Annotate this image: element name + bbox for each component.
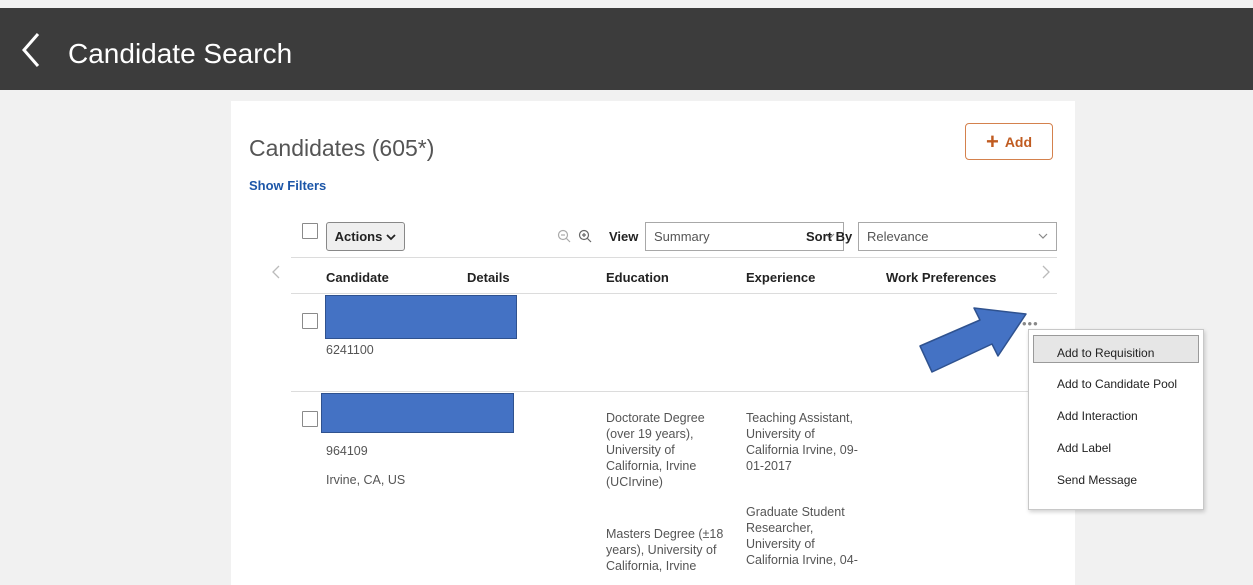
education-line: Masters Degree (±18 <box>606 527 724 541</box>
header-divider <box>291 293 1057 294</box>
experience-line: University of <box>746 537 815 551</box>
experience-line: University of <box>746 427 815 441</box>
row-checkbox[interactable] <box>302 313 318 329</box>
redacted-candidate-name <box>321 393 514 433</box>
menu-item-add-to-requisition[interactable]: Add to Requisition <box>1033 335 1199 363</box>
experience-line: Graduate Student <box>746 505 845 519</box>
experience-line: California Irvine, 09- <box>746 443 858 457</box>
chevron-down-icon <box>386 233 396 240</box>
top-bar: Candidate Search <box>0 8 1253 90</box>
education-line: Doctorate Degree <box>606 411 705 425</box>
menu-item-add-label[interactable]: Add Label <box>1029 427 1203 459</box>
education-line: University of <box>606 443 675 457</box>
education-line: California, Irvine <box>606 559 697 573</box>
redacted-candidate-name <box>325 295 517 339</box>
column-header-experience[interactable]: Experience <box>746 270 815 285</box>
scroll-left-icon[interactable] <box>271 264 281 280</box>
pointer-arrow-annotation <box>919 307 1027 373</box>
education-entry: Masters Degree (±18 years), University o… <box>606 526 723 574</box>
add-candidate-button[interactable]: + Add <box>965 123 1053 160</box>
actions-menu-button[interactable]: Actions <box>326 222 405 251</box>
education-line: (UCIrvine) <box>606 475 663 489</box>
row-context-menu: Add to Requisition Add to Candidate Pool… <box>1028 329 1204 510</box>
row-checkbox[interactable] <box>302 411 318 427</box>
menu-item-send-message[interactable]: Send Message <box>1029 459 1203 491</box>
candidate-location: Irvine, CA, US <box>326 473 406 487</box>
scroll-right-icon[interactable] <box>1041 264 1051 280</box>
column-header-candidate[interactable]: Candidate <box>326 270 389 285</box>
actions-label: Actions <box>334 229 383 244</box>
page-title: Candidate Search <box>68 38 293 69</box>
column-header-education[interactable]: Education <box>606 270 669 285</box>
candidate-id: 6241100 <box>326 343 374 357</box>
column-header-details[interactable]: Details <box>467 270 510 285</box>
sort-select-value: Relevance <box>867 229 929 244</box>
candidates-count-title: Candidates (605*) <box>249 135 435 161</box>
view-label: View <box>609 229 639 244</box>
plus-icon: + <box>985 128 999 154</box>
column-header-work-preferences[interactable]: Work Preferences <box>886 270 996 285</box>
sort-by-select[interactable]: Relevance <box>858 222 1057 251</box>
row-divider <box>291 391 1057 392</box>
show-filters-link[interactable]: Show Filters <box>249 178 326 193</box>
menu-item-add-interaction[interactable]: Add Interaction <box>1029 395 1203 427</box>
experience-line: Teaching Assistant, <box>746 411 854 425</box>
view-select-value: Summary <box>654 229 710 244</box>
chevron-down-icon <box>1038 233 1048 239</box>
education-line: years), University of <box>606 543 717 557</box>
experience-line: California Irvine, 04- <box>746 553 858 567</box>
experience-line: Researcher, <box>746 521 814 535</box>
zoom-out-icon[interactable] <box>557 229 571 243</box>
experience-line: 01-2017 <box>746 459 792 473</box>
toolbar-divider <box>291 257 1057 258</box>
education-line: (over 19 years), <box>606 427 694 441</box>
experience-entry: Teaching Assistant, University of Califo… <box>746 410 858 474</box>
back-chevron-icon[interactable] <box>18 30 44 70</box>
menu-item-add-to-candidate-pool[interactable]: Add to Candidate Pool <box>1029 363 1203 395</box>
select-all-checkbox[interactable] <box>302 223 318 239</box>
sort-by-label: Sort By <box>806 229 853 244</box>
education-line: California, Irvine <box>606 459 697 473</box>
education-entry: Doctorate Degree (over 19 years), Univer… <box>606 410 705 490</box>
add-button-label: Add <box>1004 133 1033 150</box>
candidate-id: 964109 <box>326 444 368 458</box>
experience-entry: Graduate Student Researcher, University … <box>746 504 858 568</box>
zoom-in-icon[interactable] <box>578 229 592 243</box>
